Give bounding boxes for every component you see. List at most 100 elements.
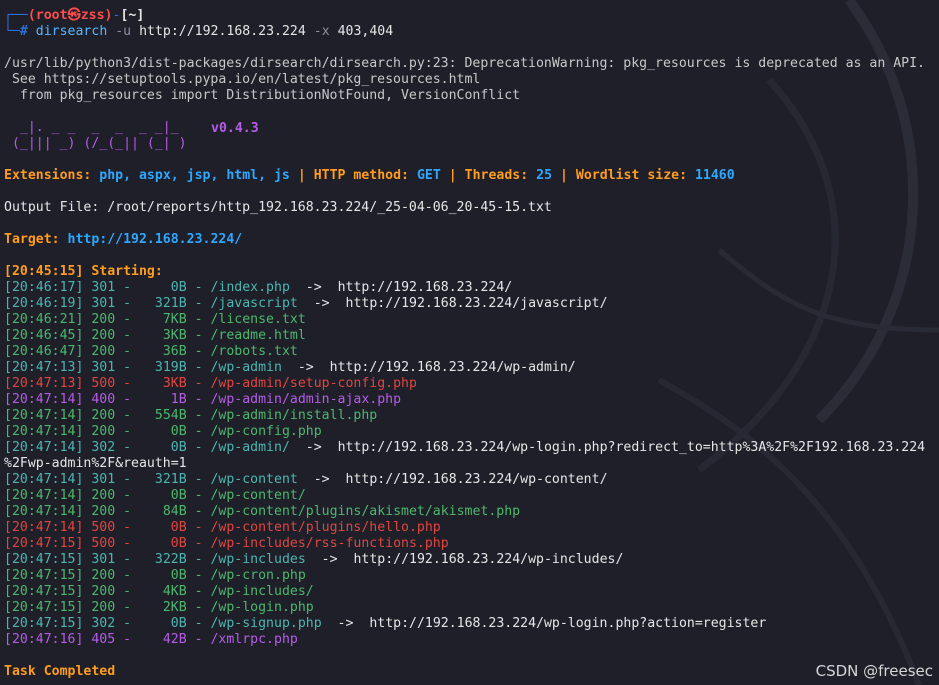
sep: - bbox=[186, 360, 211, 375]
result-status: 301 bbox=[91, 296, 116, 311]
config-line: Extensions: php, aspx, jsp, html, js | H… bbox=[4, 168, 735, 183]
result-size: 0B bbox=[146, 424, 187, 439]
result-size: 2KB bbox=[146, 600, 187, 615]
sep: - bbox=[186, 408, 211, 423]
result-path: /xmlrpc.php bbox=[210, 632, 298, 647]
result-status: 400 bbox=[91, 392, 116, 407]
result-row: [20:46:47] 200 - 36B - /robots.txt bbox=[4, 344, 298, 360]
result-status: 302 bbox=[91, 616, 116, 631]
result-path: /wp-login.php bbox=[210, 600, 314, 615]
dirsearch-logo-line-2: (_||| _) (/_(_|| (_| ) bbox=[4, 136, 187, 151]
dirsearch-logo-line-1: _|. _ _ _ _ _ _|_ bbox=[4, 120, 187, 135]
result-status: 500 bbox=[91, 536, 116, 551]
warning-line-1: /usr/lib/python3/dist-packages/dirsearch… bbox=[4, 56, 925, 71]
result-size: 0B bbox=[146, 568, 187, 583]
redirect-url-wrap: %2Fwp-admin%2F&reauth=1 bbox=[4, 456, 187, 471]
result-path: /readme.html bbox=[210, 328, 306, 343]
arrow-icon: -> bbox=[305, 440, 322, 455]
result-row: [20:47:15] 301 - 322B - /wp-includes -> … bbox=[4, 552, 623, 568]
prompt-user-host: (root㉿zss) bbox=[27, 8, 113, 23]
sep: - bbox=[186, 616, 211, 631]
result-path: /wp-config.php bbox=[210, 424, 322, 439]
sep: - bbox=[115, 392, 147, 407]
result-time: [20:46:19] bbox=[4, 296, 84, 311]
result-time: [20:47:14] bbox=[4, 440, 84, 455]
sep: - bbox=[115, 488, 147, 503]
result-path: /license.txt bbox=[210, 312, 306, 327]
sep: - bbox=[115, 344, 147, 359]
result-row: [20:47:15] 200 - 4KB - /wp-includes/ bbox=[4, 584, 314, 600]
result-time: [20:47:14] bbox=[4, 392, 84, 407]
sep: - bbox=[115, 408, 147, 423]
result-row: [20:47:14] 302 - 0B - /wp-admin/ -> http… bbox=[4, 440, 925, 456]
result-path: /wp-content/ bbox=[210, 488, 306, 503]
arrow-icon: -> bbox=[305, 280, 322, 295]
sep: - bbox=[186, 344, 211, 359]
command-line[interactable]: └─# dirsearch -u http://192.168.23.224 -… bbox=[4, 24, 393, 40]
result-status: 301 bbox=[91, 552, 116, 567]
result-size: 322B bbox=[146, 552, 187, 567]
sep: - bbox=[115, 632, 147, 647]
result-path: /wp-includes/rss-functions.php bbox=[210, 536, 449, 551]
sep: - bbox=[115, 472, 147, 487]
result-time: [20:46:47] bbox=[4, 344, 84, 359]
sep: - bbox=[115, 584, 147, 599]
arrow-icon: -> bbox=[313, 296, 330, 311]
threads-value: 25 bbox=[536, 168, 553, 183]
result-row: [20:47:13] 301 - 319B - /wp-admin -> htt… bbox=[4, 360, 576, 376]
result-path: /wp-admin/ bbox=[210, 440, 290, 455]
sep bbox=[290, 280, 306, 295]
result-size: 321B bbox=[146, 296, 187, 311]
result-size: 84B bbox=[146, 504, 187, 519]
sep: - bbox=[115, 280, 147, 295]
result-status: 200 bbox=[91, 328, 116, 343]
result-row: [20:47:15] 200 - 0B - /wp-cron.php bbox=[4, 568, 306, 584]
sep: - bbox=[115, 552, 147, 567]
result-status: 200 bbox=[91, 568, 116, 583]
result-status: 200 bbox=[91, 344, 116, 359]
result-status: 500 bbox=[91, 376, 116, 391]
result-row: [20:47:16] 405 - 42B - /xmlrpc.php bbox=[4, 632, 298, 648]
result-path: /wp-admin/install.php bbox=[210, 408, 378, 423]
result-row: [20:47:15] 200 - 2KB - /wp-login.php bbox=[4, 600, 314, 616]
result-time: [20:46:21] bbox=[4, 312, 84, 327]
command-url: http://192.168.23.224 bbox=[139, 24, 306, 39]
sep bbox=[298, 472, 314, 487]
result-path: /wp-admin/setup-config.php bbox=[210, 376, 417, 391]
result-row: [20:47:14] 200 - 0B - /wp-config.php bbox=[4, 424, 322, 440]
result-path: /wp-includes/ bbox=[210, 584, 314, 599]
sep: - bbox=[115, 360, 147, 375]
result-status: 200 bbox=[91, 488, 116, 503]
sep bbox=[306, 552, 322, 567]
result-time: [20:47:15] bbox=[4, 568, 84, 583]
result-time: [20:47:14] bbox=[4, 408, 84, 423]
sep: - bbox=[186, 600, 211, 615]
result-row: [20:46:45] 200 - 3KB - /readme.html bbox=[4, 328, 306, 344]
target-url: http://192.168.23.224/ bbox=[67, 232, 243, 247]
sep: - bbox=[115, 536, 147, 551]
result-row: [20:47:13] 500 - 3KB - /wp-admin/setup-c… bbox=[4, 376, 417, 392]
result-status: 500 bbox=[91, 520, 116, 535]
result-time: [20:47:14] bbox=[4, 488, 84, 503]
redirect-url: http://192.168.23.224/wp-login.php?redir… bbox=[337, 440, 926, 455]
sep: - bbox=[186, 280, 211, 295]
output-file-line: Output File: /root/reports/http_192.168.… bbox=[4, 200, 552, 215]
result-time: [20:47:15] bbox=[4, 536, 84, 551]
redirect-url: http://192.168.23.224/wp-includes/ bbox=[353, 552, 624, 567]
task-completed: Task Completed bbox=[4, 664, 116, 679]
result-time: [20:47:16] bbox=[4, 632, 84, 647]
result-time: [20:47:15] bbox=[4, 584, 84, 599]
prompt-cwd: [~] bbox=[120, 8, 145, 23]
sep: - bbox=[115, 296, 147, 311]
result-size: 0B bbox=[146, 280, 187, 295]
result-size: 319B bbox=[146, 360, 187, 375]
result-time: [20:47:14] bbox=[4, 504, 84, 519]
result-time: [20:47:14] bbox=[4, 424, 84, 439]
sep: - bbox=[115, 504, 147, 519]
redirect-url: http://192.168.23.224/wp-login.php?actio… bbox=[369, 616, 767, 631]
redirect-url: http://192.168.23.224/ bbox=[337, 280, 513, 295]
sep: - bbox=[186, 328, 211, 343]
result-status: 200 bbox=[91, 312, 116, 327]
result-row: %2Fwp-admin%2F&reauth=1 bbox=[4, 456, 187, 472]
sep: - bbox=[186, 376, 211, 391]
